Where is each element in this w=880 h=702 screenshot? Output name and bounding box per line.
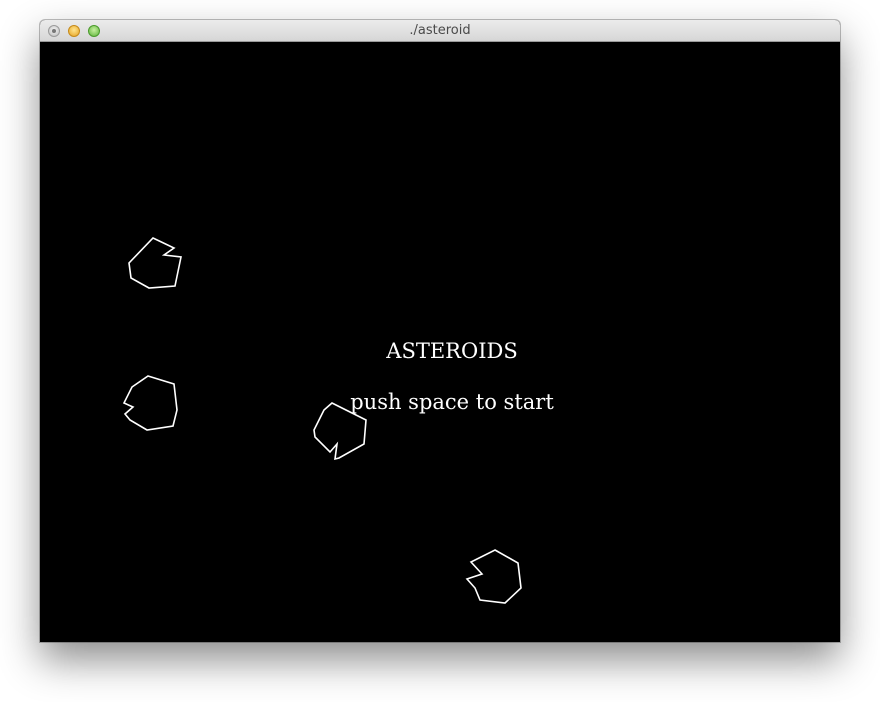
start-prompt: push space to start <box>350 390 554 414</box>
app-window: ./asteroid ASTEROIDS push space to start <box>40 20 840 642</box>
title-bar[interactable]: ./asteroid <box>40 20 840 42</box>
game-title: ASTEROIDS <box>386 339 518 363</box>
window-title: ./asteroid <box>409 23 471 38</box>
asteroid <box>128 237 182 289</box>
game-canvas[interactable]: ASTEROIDS push space to start <box>40 42 840 642</box>
asteroid <box>465 549 522 604</box>
